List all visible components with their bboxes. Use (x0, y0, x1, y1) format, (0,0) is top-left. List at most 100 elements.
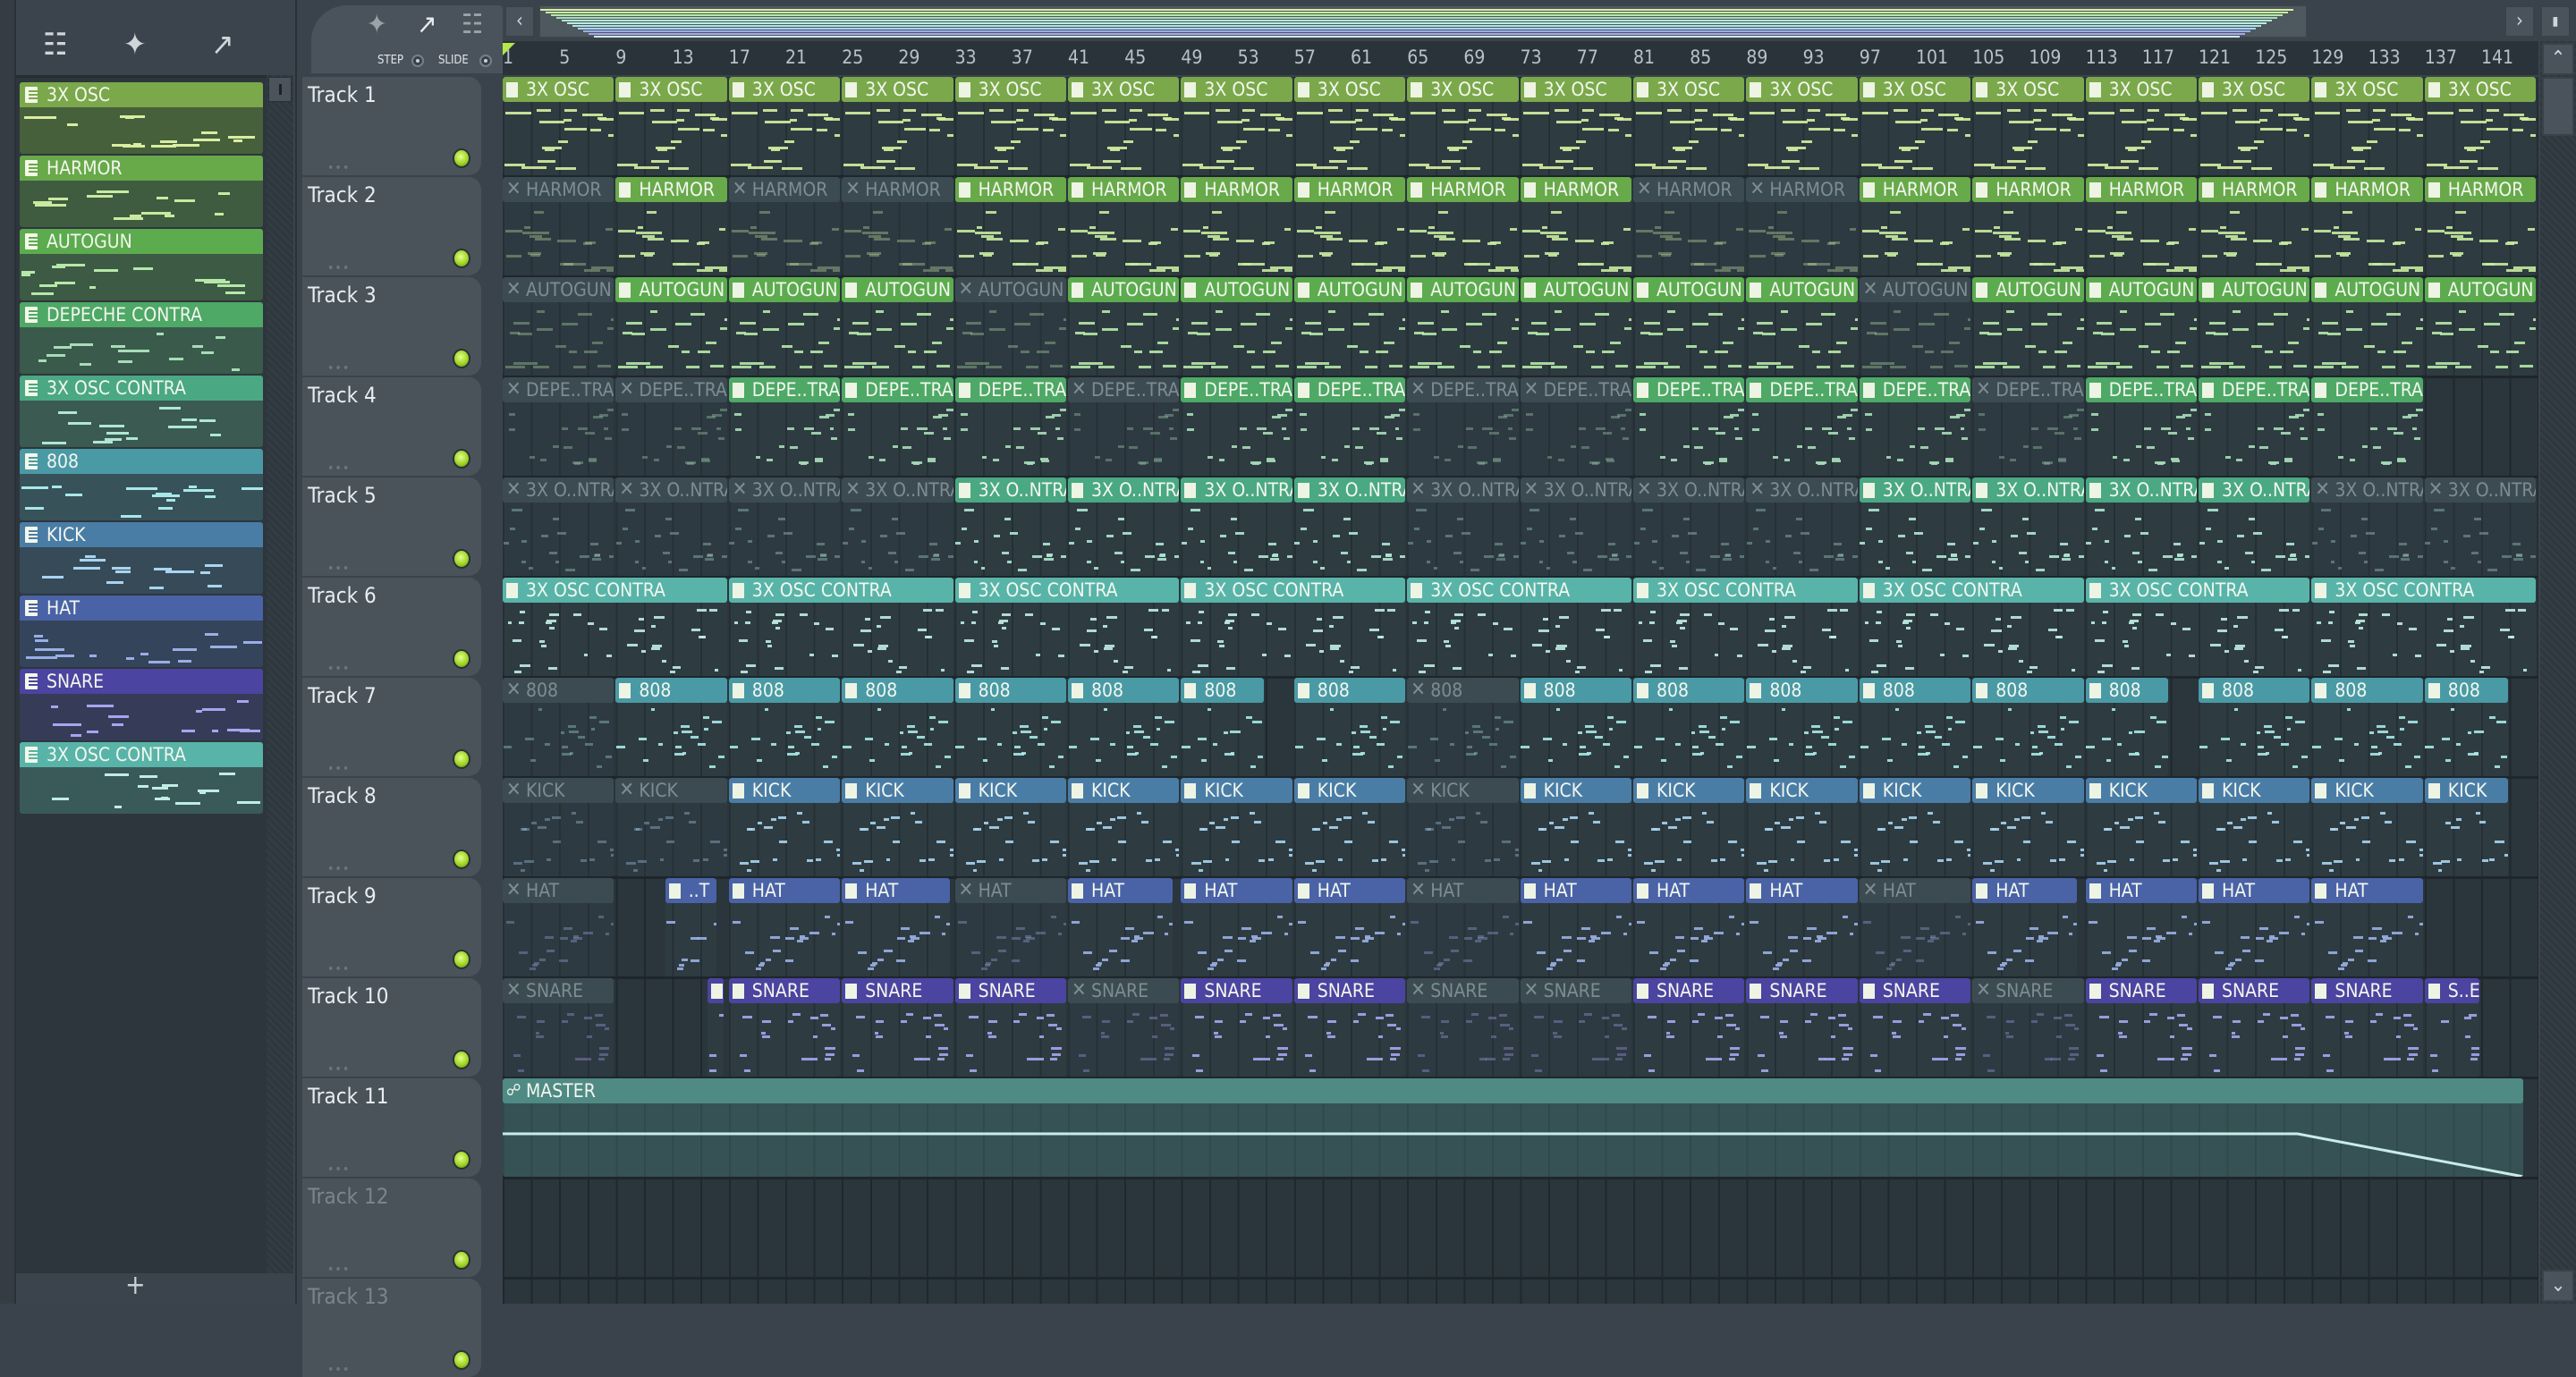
clip-header[interactable]: SNARE (1633, 978, 1745, 1003)
pattern-clip[interactable]: ✕ KICK (1407, 778, 1519, 876)
pattern-clip[interactable]: ✕ SNARE (1972, 978, 2084, 1077)
picker-item[interactable]: AUTOGUN (20, 229, 263, 300)
clip-header[interactable]: ✕ HARMOR (728, 177, 841, 202)
track-name[interactable]: Track 1 (308, 82, 377, 107)
clip-header[interactable]: HAT (842, 878, 950, 903)
pattern-clip[interactable]: SNARE (954, 978, 1066, 1077)
clip-header[interactable]: DEPE..TRA (1181, 377, 1292, 402)
clip-header[interactable]: DEPE..TRA (954, 377, 1066, 402)
pattern-clip[interactable]: 808 (728, 678, 841, 776)
clip-header[interactable]: 3X O..NTRA (2085, 477, 2197, 503)
picker-item-header[interactable]: 3X OSC CONTRA (20, 376, 263, 401)
clip-header[interactable]: ✕ AUTOGUN (503, 277, 614, 302)
pattern-clip[interactable]: 808 (1293, 678, 1406, 776)
track-enable-led[interactable] (453, 1250, 470, 1270)
pattern-clip[interactable]: 3X O..NTRA (1972, 477, 2084, 576)
pattern-clip[interactable]: DEPE..TRA (1181, 377, 1292, 476)
track-name[interactable]: Track 11 (308, 1084, 388, 1109)
clip-header[interactable]: 3X OSC (1520, 77, 1631, 102)
clip-header[interactable]: HARMOR (1520, 177, 1631, 202)
clip-header[interactable]: KICK (842, 778, 953, 803)
clip-header[interactable]: ✕ DEPE..TRA (1068, 377, 1180, 402)
clip-header[interactable]: ✕ 3X O..NTRA (615, 477, 727, 503)
pattern-clip[interactable]: 808 (1181, 678, 1265, 776)
pattern-clip[interactable]: DEPE..TRA (842, 377, 953, 476)
picker-item-header[interactable]: KICK (20, 522, 263, 547)
scroll-up-button[interactable]: ⌃ (2542, 43, 2574, 75)
track-options-dots[interactable]: ••• (327, 762, 350, 776)
clip-header[interactable]: DEPE..TRA (1746, 377, 1858, 402)
pattern-clip[interactable]: AUTOGUN (842, 277, 953, 376)
track-enable-led[interactable] (453, 1150, 470, 1170)
clip-header[interactable]: DEPE..TRA (1859, 377, 1971, 402)
pattern-clip[interactable]: 3X OSC (842, 77, 953, 175)
clip-header[interactable]: DEPE..TRA (2311, 377, 2423, 402)
pattern-clip[interactable]: AUTOGUN (1293, 277, 1406, 376)
pattern-clip[interactable]: 808 (2424, 678, 2508, 776)
track-header[interactable]: Track 12 ••• (302, 1178, 481, 1277)
pattern-clip[interactable]: AUTOGUN (1746, 277, 1858, 376)
clip-header[interactable]: HAT (1068, 878, 1173, 903)
picker-item[interactable]: 3X OSC CONTRA (20, 742, 263, 814)
track-enable-led[interactable] (453, 349, 470, 368)
track-enable-led[interactable] (453, 649, 470, 669)
pattern-clip[interactable]: HARMOR (954, 177, 1066, 275)
clip-header[interactable]: AUTOGUN (615, 277, 727, 302)
zoom-handle[interactable]: ▮ (2540, 5, 2571, 38)
clip-header[interactable]: DEPE..TRA (842, 377, 953, 402)
clip-header[interactable]: 3X OSC (503, 77, 614, 102)
track-options-dots[interactable]: ••• (327, 1263, 350, 1277)
clip-header[interactable]: SNARE (1859, 978, 1971, 1003)
track-header[interactable]: Track 4 ••• (302, 377, 481, 476)
audio-clip-icon[interactable]: ✦ (123, 27, 147, 63)
clip-header[interactable]: ✕ 3X O..NTRA (1633, 477, 1745, 503)
pattern-clip[interactable] (708, 978, 724, 1077)
pattern-clip[interactable]: SNARE (1633, 978, 1745, 1077)
pattern-clip[interactable]: HARMOR (1520, 177, 1631, 275)
clip-header[interactable]: DEPE..TRA (2085, 377, 2197, 402)
clip-header[interactable]: KICK (1859, 778, 1971, 803)
automation-clip[interactable]: ☍ MASTER (503, 1078, 2524, 1177)
pattern-clip[interactable]: SNARE (728, 978, 841, 1077)
pattern-clip[interactable]: 3X OSC (954, 77, 1066, 175)
clip-header[interactable]: ✕ 3X O..NTRA (1520, 477, 1631, 503)
clip-header[interactable]: 808 (1181, 678, 1265, 703)
track-name[interactable]: Track 3 (308, 283, 377, 308)
scroll-left-button[interactable]: ‹ (504, 5, 535, 38)
clip-header[interactable]: 808 (1520, 678, 1631, 703)
pattern-clip[interactable]: AUTOGUN (1520, 277, 1631, 376)
clip-header[interactable]: AUTOGUN (1520, 277, 1631, 302)
pattern-clip[interactable]: ✕ HAT (1407, 878, 1519, 976)
clip-header[interactable]: HAT (1633, 878, 1745, 903)
picker-item-header[interactable]: AUTOGUN (20, 229, 263, 254)
pattern-clip[interactable]: SNARE (1859, 978, 1971, 1077)
clip-header[interactable]: 3X OSC CONTRA (2085, 578, 2310, 603)
track-header[interactable]: Track 11 ••• (302, 1078, 481, 1177)
clip-header[interactable]: ✕ SNARE (1407, 978, 1519, 1003)
playlist-overview[interactable] (538, 4, 2308, 38)
pattern-clip[interactable]: 3X OSC CONTRA (954, 578, 1180, 676)
pattern-clip[interactable]: ✕ DEPE..TRA (1407, 377, 1519, 476)
pattern-clip[interactable]: HARMOR (1293, 177, 1406, 275)
clip-header[interactable]: 3X O..NTRA (954, 477, 1066, 503)
clip-header[interactable]: 3X O..NTRA (1068, 477, 1180, 503)
pattern-clip[interactable]: KICK (1293, 778, 1406, 876)
track-header[interactable]: Track 6 ••• (302, 578, 481, 676)
track-enable-led[interactable] (453, 1050, 470, 1069)
clip-header[interactable]: 808 (2311, 678, 2423, 703)
track-header[interactable]: Track 10 ••• (302, 978, 481, 1077)
pattern-clip[interactable]: 3X OSC CONTRA (1633, 578, 1858, 676)
clip-header[interactable]: ☍ MASTER (503, 1078, 2524, 1103)
pattern-clip[interactable]: ✕ HARMOR (503, 177, 614, 275)
track-name[interactable]: Track 13 (308, 1284, 388, 1309)
clip-header[interactable]: ✕ DEPE..TRA (615, 377, 727, 402)
clip-header[interactable]: AUTOGUN (1633, 277, 1745, 302)
clip-header[interactable]: HARMOR (2199, 177, 2310, 202)
clip-header[interactable]: ✕ DEPE..TRA (1972, 377, 2084, 402)
pattern-clip[interactable]: ✕ AUTOGUN (954, 277, 1066, 376)
pattern-clip[interactable]: 3X O..NTRA (1293, 477, 1406, 576)
clip-header[interactable]: KICK (1746, 778, 1858, 803)
track-options-dots[interactable]: ••• (327, 361, 350, 376)
pattern-clip[interactable]: 3X OSC (503, 77, 614, 175)
clip-header[interactable]: 808 (1859, 678, 1971, 703)
